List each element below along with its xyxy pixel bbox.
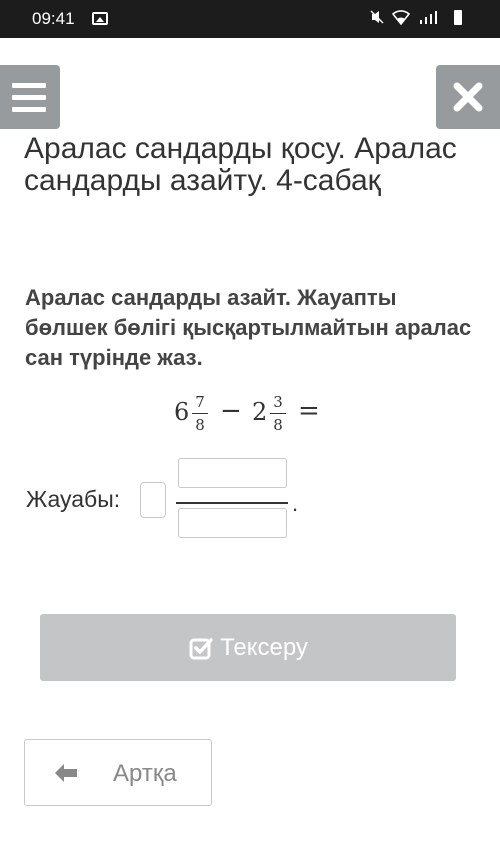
answer-period: . [292,491,299,516]
second-whole: 2 [252,398,268,426]
second-denominator: 8 [273,416,283,434]
answer-label: Жауабы: [26,486,121,512]
fraction-line [192,413,208,414]
checkbox-check-icon [189,637,213,659]
battery-icon [454,9,462,25]
close-x-icon [453,82,483,112]
minus-operator: − [220,396,242,426]
first-fraction: 7 8 [192,392,208,435]
hamburger-menu-icon-bar [12,107,46,112]
check-button[interactable]: Тексеру [40,614,456,681]
back-button-label: Артқа [113,760,177,787]
first-denominator: 8 [195,416,205,434]
answer-fraction-line [176,502,288,504]
answer-numerator-input[interactable] [178,458,287,488]
status-bar: 09:41 [0,0,500,38]
lesson-title: Аралас сандарды қосу. Аралас сандарды аз… [24,132,457,197]
gallery-icon [92,12,108,25]
signal-icon [418,9,442,25]
second-numerator: 3 [273,393,283,411]
close-button[interactable] [436,65,500,129]
wifi-icon [391,9,411,26]
status-icons [370,9,462,26]
first-whole: 6 [174,398,190,426]
task-instruction: Аралас сандарды азайт. Жауапты бөлшек бө… [25,285,472,370]
equals-sign: = [298,396,320,426]
menu-button[interactable] [0,65,60,129]
first-numerator: 7 [195,393,205,411]
mute-icon [370,9,384,25]
answer-denominator-input[interactable] [178,508,287,538]
fraction-line [270,413,286,414]
hamburger-menu-icon-bar [12,95,46,100]
check-button-label: Тексеру [220,633,308,661]
answer-whole-input[interactable] [140,482,166,518]
hamburger-menu-icon [12,83,46,88]
second-fraction: 3 8 [270,392,286,435]
status-time: 09:41 [32,9,75,28]
arrow-left-icon [55,764,77,782]
back-button[interactable]: Артқа [24,739,212,806]
